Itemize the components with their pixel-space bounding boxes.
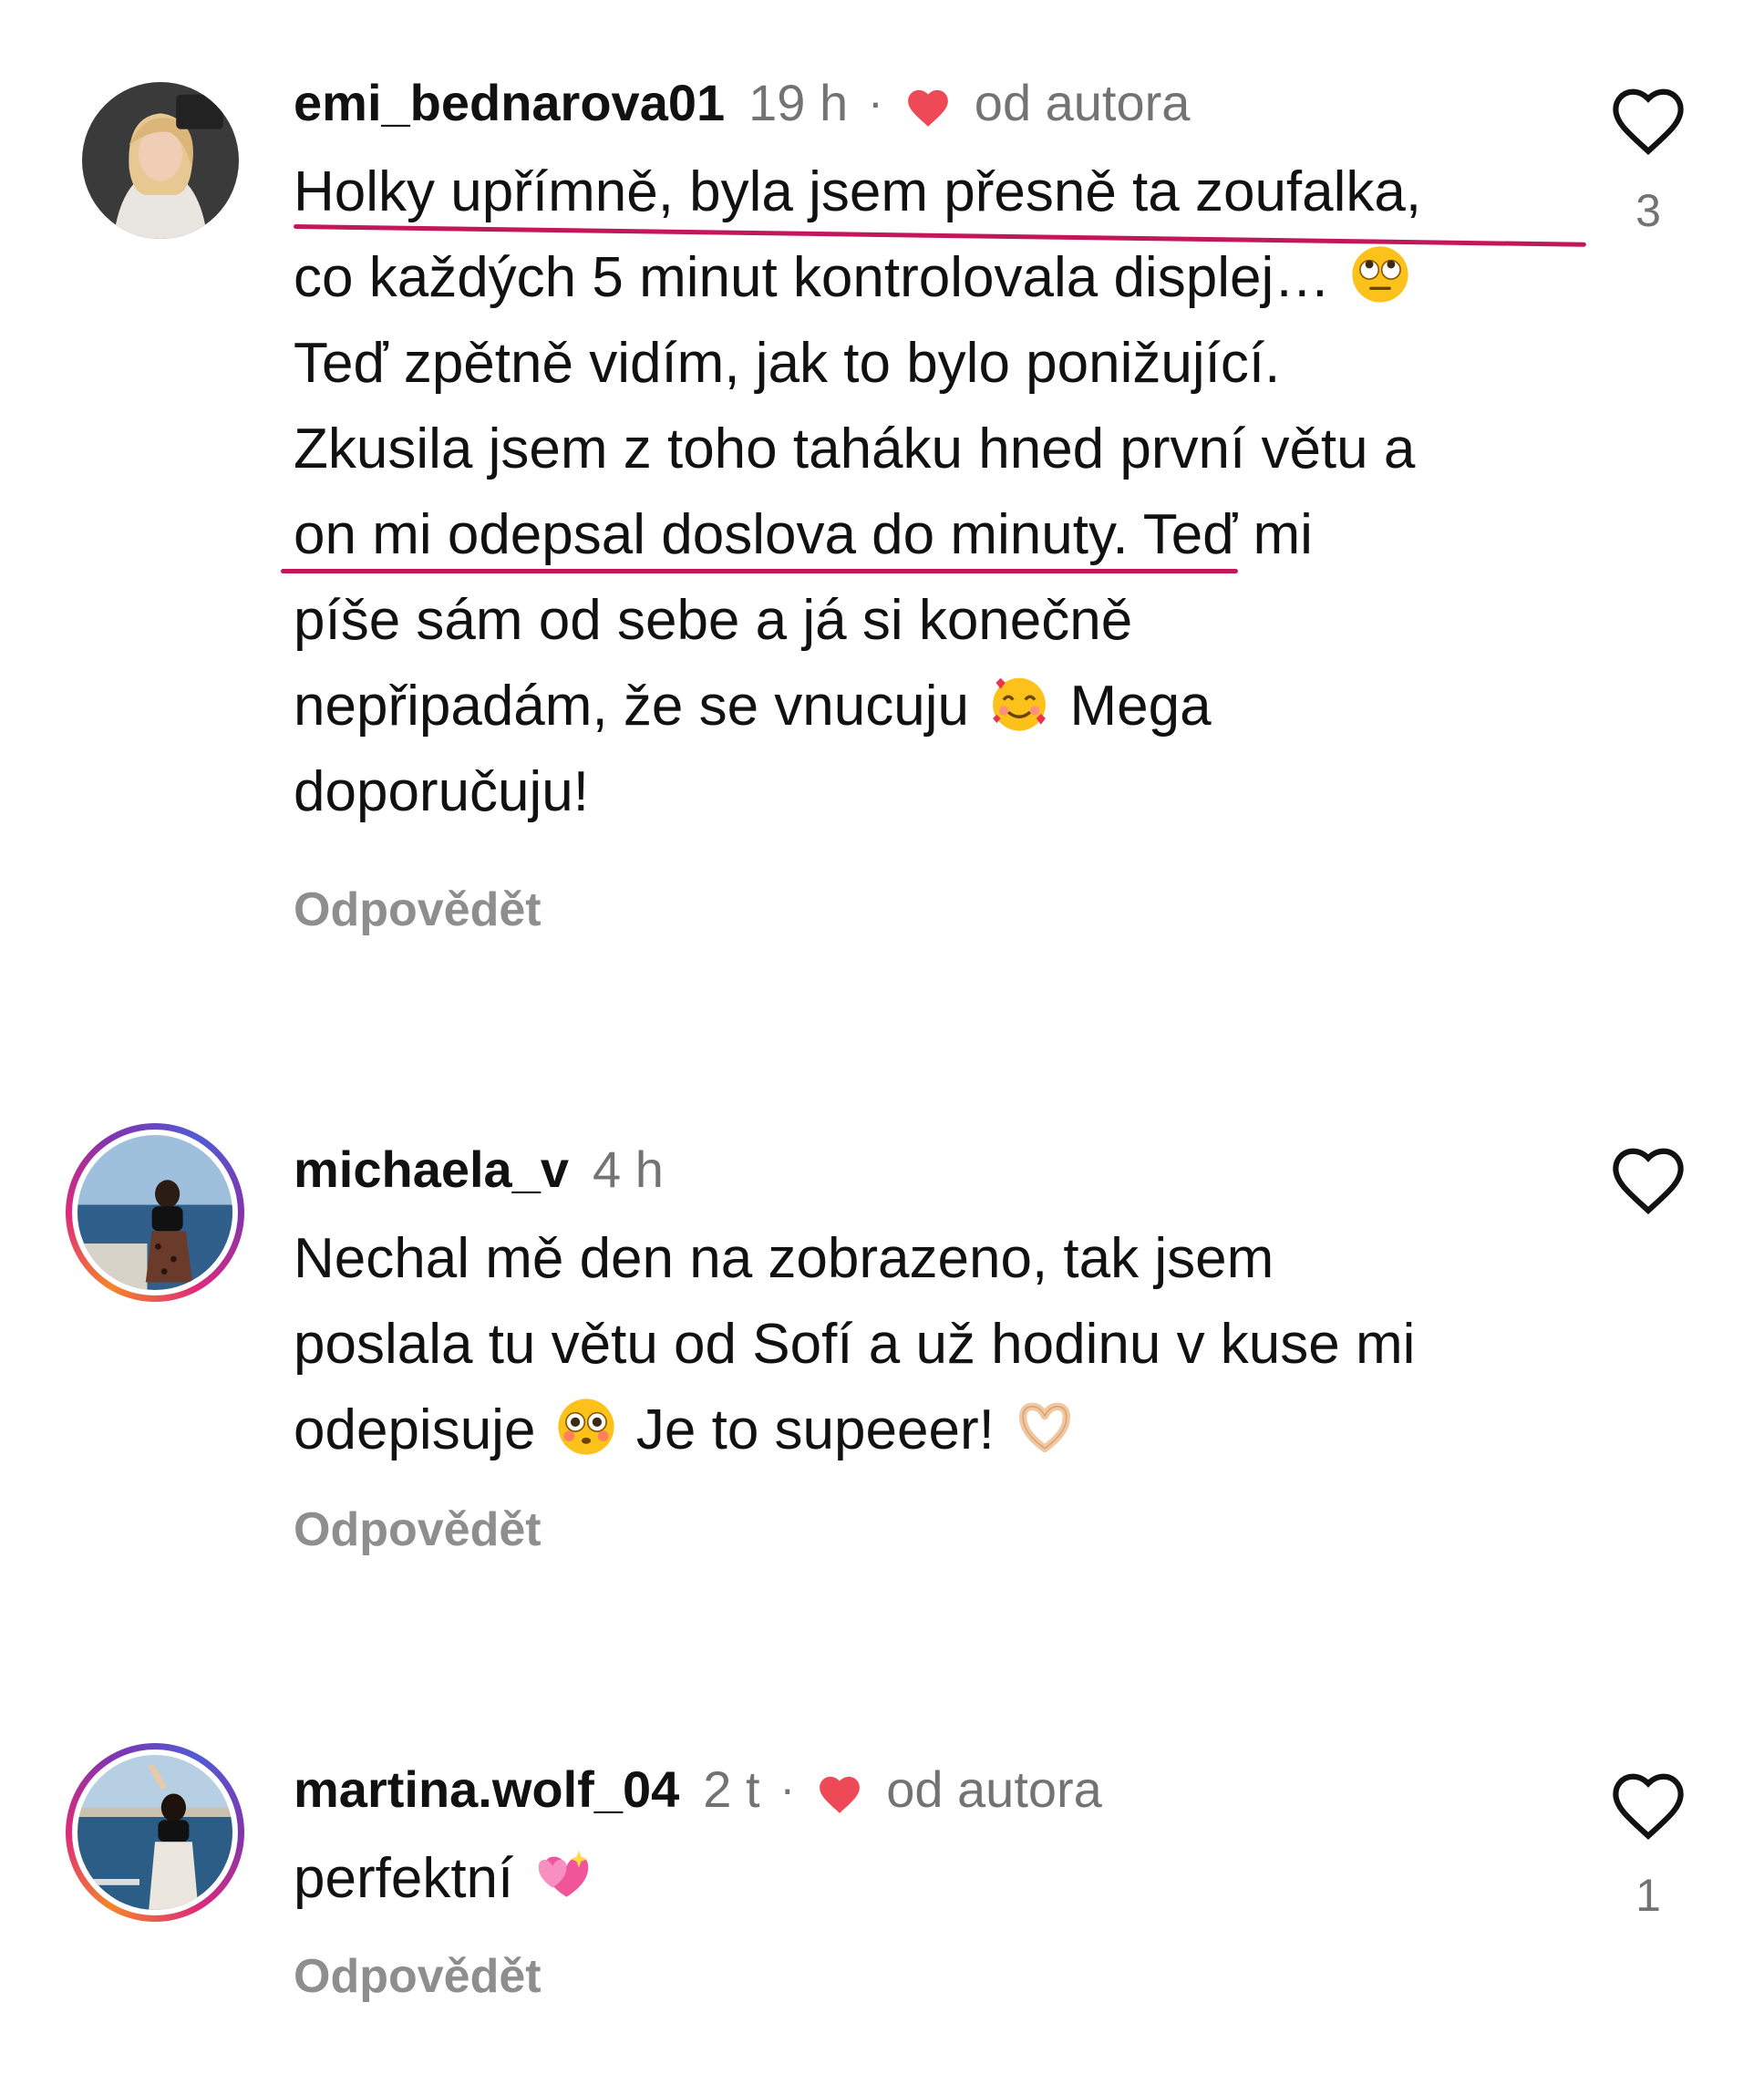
- heart-outline-icon[interactable]: [1604, 1143, 1692, 1216]
- like-column: [1604, 1143, 1692, 1244]
- avatar[interactable]: [66, 1123, 244, 1302]
- comment: michaela_v 4 h Nechal mě den na zobrazen…: [0, 1076, 1764, 1623]
- timestamp: 4 h: [592, 1140, 664, 1198]
- comment-body: emi_bednarova01 19 h · od autora Holky u…: [281, 67, 1586, 937]
- timestamp: 2 t: [703, 1760, 760, 1818]
- like-count: 1: [1635, 1870, 1661, 1921]
- heart-hands-emoji: [1014, 1396, 1076, 1458]
- sparkling-heart-emoji: [532, 1844, 594, 1906]
- comment-meta: martina.wolf_04 2 t · od autora: [294, 1754, 1570, 1823]
- comment-line: on mi odepsal doslova do minuty. Teď mi: [281, 492, 1552, 578]
- username[interactable]: emi_bednarova01: [294, 73, 725, 132]
- heart-outline-icon[interactable]: [1604, 1769, 1692, 1842]
- comment-meta: michaela_v 4 h: [294, 1134, 1570, 1203]
- reply-button[interactable]: Odpovědět: [294, 1949, 1570, 2004]
- flushed-emoji: [555, 1396, 617, 1458]
- author-badge: od autora: [974, 73, 1191, 131]
- comment-line: Nechal mě den na zobrazeno, tak jsem: [294, 1227, 1274, 1290]
- comment-line: perfektní: [294, 1836, 1552, 1922]
- comment-line: odepisuje Je to supeeer!: [294, 1388, 1552, 1473]
- comment: emi_bednarova01 19 h · od autora Holky u…: [0, 0, 1764, 1003]
- username[interactable]: martina.wolf_04: [294, 1760, 679, 1819]
- avatar[interactable]: [66, 1743, 244, 1922]
- comment-line: doporučuju!: [294, 760, 590, 823]
- like-column: 1: [1604, 1769, 1692, 1922]
- comment-line: Zkusila jsem z toho taháku hned první vě…: [294, 418, 1416, 480]
- comment-body: michaela_v 4 h Nechal mě den na zobrazen…: [294, 1134, 1570, 1557]
- like-count: 3: [1635, 185, 1661, 236]
- avatar-image: [77, 1755, 232, 1910]
- comment-text: Nechal mě den na zobrazeno, tak jsem pos…: [294, 1216, 1552, 1473]
- username[interactable]: michaela_v: [294, 1140, 569, 1199]
- comment-line: Holky upřímně, byla jsem přesně ta zoufa…: [293, 150, 1586, 247]
- comment-body: martina.wolf_04 2 t · od autora perfektn…: [294, 1754, 1570, 2004]
- author-badge: od autora: [886, 1760, 1102, 1818]
- comment-line: nepřipadám, že se vnucuju Mega: [294, 664, 1552, 749]
- like-column: 3: [1604, 84, 1692, 237]
- avatar[interactable]: [71, 71, 250, 250]
- reply-button[interactable]: Odpovědět: [294, 1502, 1570, 1557]
- comment-line: Teď zpětně vidím, jak to bylo ponižující…: [294, 332, 1281, 395]
- heart-filled-icon: [817, 1768, 862, 1813]
- comment-line: píše sám od sebe a já si konečně: [294, 589, 1133, 652]
- heart-outline-icon[interactable]: [1604, 84, 1692, 157]
- heart-filled-icon: [905, 81, 951, 127]
- comment-line: poslala tu větu od Sofí a už hodinu v ku…: [294, 1313, 1416, 1376]
- highlight-underline: [281, 569, 1238, 573]
- avatar-image: [77, 1135, 232, 1290]
- comment-line: co každých 5 minut kontrolovala displej…: [294, 235, 1552, 321]
- eye-roll-emoji: [1349, 243, 1411, 305]
- comment: martina.wolf_04 2 t · od autora perfektn…: [0, 1696, 1764, 2088]
- comment-text: Holky upřímně, byla jsem přesně ta zoufa…: [281, 150, 1586, 835]
- comment-text: perfektní: [294, 1836, 1552, 1922]
- reply-button[interactable]: Odpovědět: [294, 882, 1570, 937]
- smiling-hearts-emoji: [988, 672, 1050, 734]
- comment-meta: emi_bednarova01 19 h · od autora: [294, 67, 1570, 137]
- separator: ·: [779, 1763, 796, 1814]
- timestamp: 19 h: [748, 73, 849, 131]
- separator: ·: [868, 77, 883, 128]
- avatar-image: [82, 82, 239, 239]
